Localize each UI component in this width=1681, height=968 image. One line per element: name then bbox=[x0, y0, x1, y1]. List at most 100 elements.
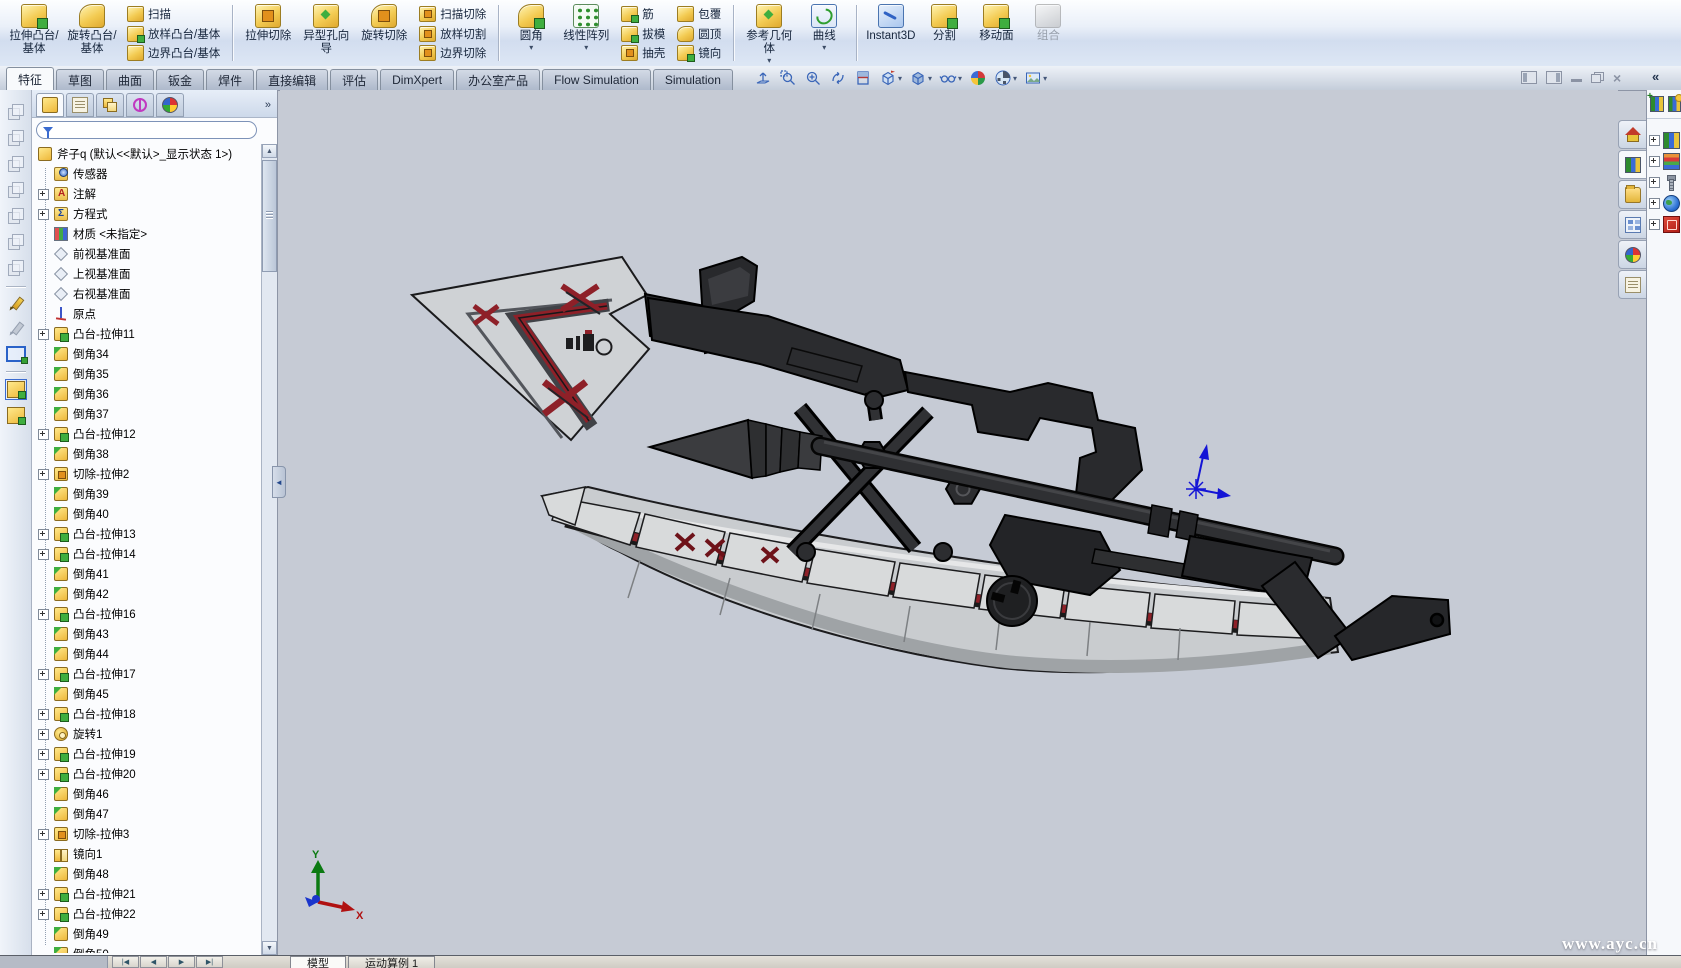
view-cube-icon[interactable] bbox=[7, 130, 24, 147]
shell-button[interactable]: 抽壳 bbox=[617, 44, 669, 62]
tree-item[interactable]: 凸台-拉伸20 bbox=[34, 764, 260, 784]
view-settings-icon[interactable]: ▾ bbox=[1022, 68, 1049, 88]
zoom-in-out-icon[interactable] bbox=[802, 68, 824, 88]
rotate-view-icon[interactable] bbox=[827, 68, 849, 88]
revolved-cut-button[interactable]: 旋转切除 bbox=[355, 2, 413, 65]
displaymanager-tab[interactable] bbox=[156, 93, 184, 117]
view-cube-icon[interactable] bbox=[7, 156, 24, 173]
tree-item[interactable]: 倒角39 bbox=[34, 484, 260, 504]
expand-toggle[interactable] bbox=[1649, 135, 1660, 146]
view-cube-icon[interactable] bbox=[7, 182, 24, 199]
expand-toggle[interactable] bbox=[38, 749, 49, 760]
expand-toggle[interactable] bbox=[38, 189, 49, 200]
expand-toggle[interactable] bbox=[38, 709, 49, 720]
restore-button[interactable] bbox=[1591, 72, 1604, 83]
dropdown-caret[interactable]: ▾ bbox=[958, 74, 962, 83]
tree-item[interactable]: 凸台-拉伸17 bbox=[34, 664, 260, 684]
tree-item[interactable]: 镜向1 bbox=[34, 844, 260, 864]
display-style-icon[interactable]: ▾ bbox=[907, 68, 934, 88]
expand-toggle[interactable] bbox=[38, 469, 49, 480]
dome-button[interactable]: 圆顶 bbox=[673, 25, 725, 43]
dropdown-caret[interactable]: ▾ bbox=[928, 74, 932, 83]
dropdown-caret[interactable]: ▾ bbox=[1013, 74, 1017, 83]
dimxpertmanager-tab[interactable] bbox=[126, 93, 154, 117]
tree-item[interactable]: 倒角37 bbox=[34, 404, 260, 424]
motion-nav-button[interactable]: |◀ bbox=[112, 956, 139, 968]
scroll-down-arrow[interactable]: ▼ bbox=[262, 941, 277, 955]
expand-toggle[interactable] bbox=[38, 829, 49, 840]
draft-button[interactable]: 拔模 bbox=[617, 25, 669, 43]
reference-geometry-dropdown-caret[interactable]: ▾ bbox=[767, 57, 771, 64]
command-tab[interactable]: 直接编辑 bbox=[256, 69, 328, 90]
tree-item[interactable]: 凸台-拉伸12 bbox=[34, 424, 260, 444]
tree-item[interactable]: 倒角36 bbox=[34, 384, 260, 404]
view-cube-icon[interactable] bbox=[7, 104, 24, 121]
command-tab[interactable]: 特征 bbox=[6, 67, 54, 90]
hide-show-items-icon[interactable]: ▾ bbox=[937, 68, 964, 88]
command-tab[interactable]: Simulation bbox=[653, 69, 733, 90]
view-cube-icon[interactable] bbox=[7, 208, 24, 225]
expand-toggle[interactable] bbox=[38, 209, 49, 220]
tree-item[interactable]: 注解 bbox=[34, 184, 260, 204]
command-tab[interactable]: 焊件 bbox=[206, 69, 254, 90]
library-tree-item[interactable] bbox=[1649, 214, 1681, 235]
solidworks-resources-tab[interactable] bbox=[1618, 120, 1646, 149]
expand-toggle[interactable] bbox=[38, 729, 49, 740]
expand-toggle[interactable] bbox=[38, 669, 49, 680]
tree-item[interactable]: 切除-拉伸3 bbox=[34, 824, 260, 844]
minimize-button[interactable] bbox=[1571, 79, 1582, 82]
tree-item[interactable]: 凸台-拉伸22 bbox=[34, 904, 260, 924]
instant3d-button[interactable]: Instant3D bbox=[863, 2, 918, 65]
tree-item[interactable]: 倒角45 bbox=[34, 684, 260, 704]
featuremanager-design-tree-tab[interactable] bbox=[36, 93, 64, 117]
section-view-icon[interactable] bbox=[852, 68, 874, 88]
hole-wizard-button[interactable]: 异型孔向导 bbox=[297, 2, 355, 65]
command-tab[interactable]: Flow Simulation bbox=[542, 69, 651, 90]
tree-item[interactable]: 凸台-拉伸19 bbox=[34, 744, 260, 764]
split-button[interactable]: 分割 bbox=[918, 2, 970, 65]
tree-item[interactable]: 倒角38 bbox=[34, 444, 260, 464]
command-tab[interactable]: 曲面 bbox=[106, 69, 154, 90]
tree-item[interactable]: 倒角43 bbox=[34, 624, 260, 644]
custom-properties-tab[interactable] bbox=[1618, 270, 1646, 299]
tree-item[interactable]: 倒角42 bbox=[34, 584, 260, 604]
tree-item[interactable]: 上视基准面 bbox=[34, 264, 260, 284]
tree-item[interactable]: 旋转1 bbox=[34, 724, 260, 744]
tree-item[interactable]: 倒角41 bbox=[34, 564, 260, 584]
expand-toggle[interactable] bbox=[1649, 156, 1660, 167]
tree-item[interactable]: 凸台-拉伸18 bbox=[34, 704, 260, 724]
tree-filter-input[interactable] bbox=[36, 121, 257, 139]
instant3d-handles-icon[interactable] bbox=[6, 346, 26, 362]
tree-item[interactable]: 方程式 bbox=[34, 204, 260, 224]
cut-extrude-tool-icon[interactable] bbox=[7, 407, 25, 424]
expand-toggle[interactable] bbox=[1649, 198, 1660, 209]
tree-item[interactable]: 倒角34 bbox=[34, 344, 260, 364]
view-cube-icon[interactable] bbox=[7, 234, 24, 251]
tree-item[interactable]: 凸台-拉伸16 bbox=[34, 604, 260, 624]
linear-pattern-button[interactable]: 线性阵列 ▾ bbox=[557, 2, 615, 65]
tree-item[interactable]: 材质 <未指定> bbox=[34, 224, 260, 244]
add-to-library-icon[interactable] bbox=[1650, 96, 1664, 112]
edit-appearance-icon[interactable] bbox=[967, 68, 989, 88]
collapse-pane-left-button[interactable] bbox=[1521, 71, 1537, 84]
appearances-scenes-tab[interactable] bbox=[1618, 240, 1646, 269]
curves-button[interactable]: 曲线 ▾ bbox=[798, 2, 850, 65]
expand-toggle[interactable] bbox=[38, 329, 49, 340]
command-tab[interactable]: DimXpert bbox=[380, 69, 454, 90]
command-tab[interactable]: 办公室产品 bbox=[456, 69, 540, 90]
reference-geometry-button[interactable]: 参考几何体 ▾ bbox=[740, 2, 798, 65]
dropdown-caret[interactable]: ▾ bbox=[1043, 74, 1047, 83]
tree-item[interactable]: 倒角40 bbox=[34, 504, 260, 524]
panel-collapse-chevron[interactable]: ◄ bbox=[272, 466, 286, 498]
view-orientation-icon[interactable]: ▾ bbox=[877, 68, 904, 88]
panel-overflow-button[interactable]: » bbox=[265, 99, 275, 111]
design-library-tab[interactable] bbox=[1618, 150, 1646, 179]
motion-nav-button[interactable]: ▶ bbox=[168, 956, 195, 968]
apply-scene-icon[interactable]: ▾ bbox=[992, 68, 1019, 88]
tree-item[interactable]: 倒角49 bbox=[34, 924, 260, 944]
graphics-viewport[interactable]: Y X bbox=[280, 90, 1618, 955]
fillet-button[interactable]: 圆角 ▾ bbox=[505, 2, 557, 65]
3d-sketch-icon[interactable] bbox=[8, 321, 24, 337]
boundary-boss-button[interactable]: 边界凸台/基体 bbox=[123, 44, 224, 62]
tree-item[interactable]: 凸台-拉伸11 bbox=[34, 324, 260, 344]
